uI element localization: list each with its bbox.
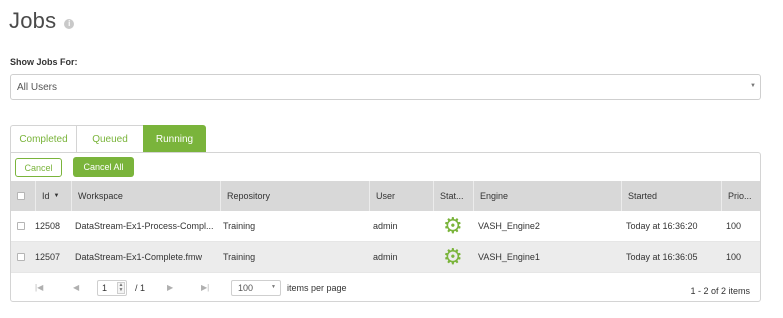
header-select-cell (11, 181, 35, 211)
cancel-button[interactable]: Cancel (15, 158, 62, 177)
cell-engine: VASH_Engine2 (478, 221, 540, 231)
table-row[interactable]: 12507 DataStream-Ex1-Complete.fmw Traini… (11, 242, 760, 273)
last-page-icon[interactable]: ▶| (201, 283, 209, 292)
column-header-started[interactable]: Started (621, 181, 721, 211)
column-header-priority[interactable]: Prio... (721, 181, 760, 211)
cell-status: ⚙ (433, 211, 473, 241)
items-range-info: 1 - 2 of 2 items (690, 286, 750, 296)
gear-icon: ⚙ (443, 213, 463, 238)
show-jobs-for-select[interactable]: All Users ▼ (10, 74, 761, 100)
chevron-down-icon: ▼ (750, 83, 756, 89)
page-number-input[interactable]: 1 ▲ ▼ (97, 280, 127, 296)
cell-workspace: DataStream-Ex1-Complete.fmw (75, 252, 203, 262)
show-jobs-for-label: Show Jobs For: (10, 57, 78, 67)
page-title-text: Jobs (9, 8, 57, 33)
cell-id: 12507 (35, 252, 61, 262)
page-total: / 1 (135, 283, 146, 293)
cell-priority: 100 (726, 252, 742, 262)
cell-started: Today at 16:36:05 (626, 252, 698, 262)
column-header-workspace[interactable]: Workspace (71, 181, 220, 211)
first-page-icon[interactable]: |◀ (35, 283, 43, 292)
row-checkbox[interactable] (17, 222, 25, 230)
pager: |◀ ◀ 1 ▲ ▼ / 1 ▶ ▶| 100 ▼ items per page … (11, 274, 760, 301)
cell-workspace: DataStream-Ex1-Process-Compl... (75, 221, 214, 231)
job-status-tabs: Completed Queued Running (10, 125, 206, 153)
jobs-grid-header: Id ▼ Workspace Repository User Stat... E… (11, 181, 760, 211)
cell-repository: Training (223, 221, 256, 231)
tab-running[interactable]: Running (143, 125, 206, 153)
select-all-checkbox[interactable] (17, 192, 25, 200)
cell-started: Today at 16:36:20 (626, 221, 698, 231)
column-header-id[interactable]: Id ▼ (35, 181, 71, 211)
column-header-repository[interactable]: Repository (220, 181, 369, 211)
items-per-page-label: items per page (287, 283, 347, 293)
column-header-engine[interactable]: Engine (473, 181, 621, 211)
cell-priority: 100 (726, 221, 742, 231)
page-title: Jobs i (9, 8, 75, 34)
table-row[interactable]: 12508 DataStream-Ex1-Process-Compl... Tr… (11, 211, 760, 242)
row-checkbox[interactable] (17, 253, 25, 261)
next-page-icon[interactable]: ▶ (167, 283, 173, 292)
page-size-value: 100 (238, 283, 254, 293)
column-header-id-label: Id (42, 191, 50, 201)
cell-user: admin (373, 252, 398, 262)
cell-user: admin (373, 221, 398, 231)
gear-icon: ⚙ (443, 244, 463, 269)
tab-completed[interactable]: Completed (10, 125, 76, 153)
show-jobs-for-value: All Users (17, 81, 58, 93)
cancel-all-button[interactable]: Cancel All (73, 157, 134, 177)
info-icon[interactable]: i (64, 18, 75, 29)
chevron-down-icon: ▼ (271, 284, 276, 290)
page-number-value: 1 (102, 283, 108, 293)
page-size-select[interactable]: 100 ▼ (231, 280, 281, 296)
cell-id: 12508 (35, 221, 61, 231)
cell-engine: VASH_Engine1 (478, 252, 540, 262)
cell-status: ⚙ (433, 242, 473, 272)
sort-descending-icon: ▼ (53, 193, 60, 199)
tab-queued[interactable]: Queued (76, 125, 143, 153)
page-spinner[interactable]: ▲ ▼ (117, 282, 125, 294)
prev-page-icon[interactable]: ◀ (73, 283, 79, 292)
column-header-user[interactable]: User (369, 181, 433, 211)
column-header-status[interactable]: Stat... (433, 181, 473, 211)
jobs-panel: Cancel Cancel All Id ▼ Workspace Reposit… (10, 152, 761, 302)
cell-repository: Training (223, 252, 256, 262)
